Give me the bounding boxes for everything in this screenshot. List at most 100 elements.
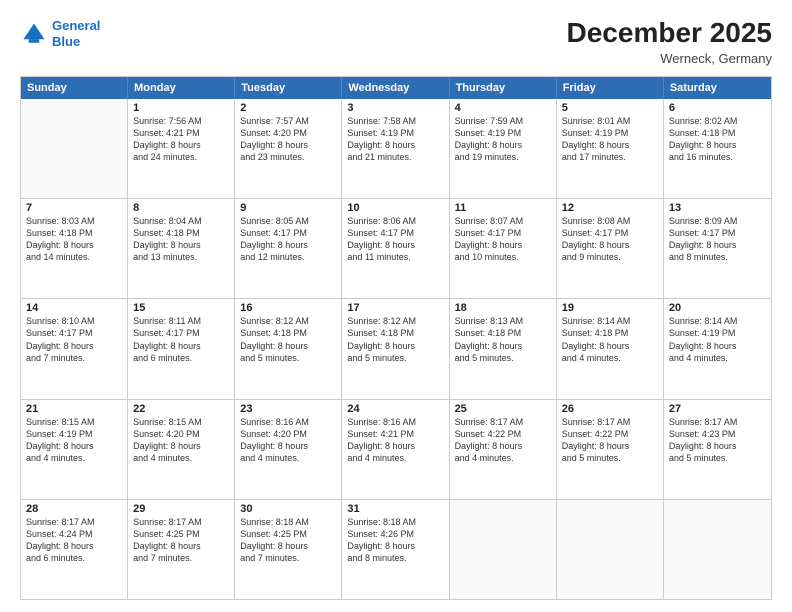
calendar-body: 1Sunrise: 7:56 AM Sunset: 4:21 PM Daylig… xyxy=(21,99,771,599)
day-number: 28 xyxy=(26,503,122,515)
weekday-header: Monday xyxy=(128,77,235,99)
calendar-cell xyxy=(450,500,557,599)
day-info: Sunrise: 8:17 AM Sunset: 4:23 PM Dayligh… xyxy=(669,416,766,465)
day-info: Sunrise: 8:17 AM Sunset: 4:22 PM Dayligh… xyxy=(562,416,658,465)
day-info: Sunrise: 8:18 AM Sunset: 4:26 PM Dayligh… xyxy=(347,516,443,565)
calendar-cell: 11Sunrise: 8:07 AM Sunset: 4:17 PM Dayli… xyxy=(450,199,557,298)
day-number: 3 xyxy=(347,102,443,114)
calendar-cell: 4Sunrise: 7:59 AM Sunset: 4:19 PM Daylig… xyxy=(450,99,557,198)
day-info: Sunrise: 8:16 AM Sunset: 4:21 PM Dayligh… xyxy=(347,416,443,465)
calendar: SundayMondayTuesdayWednesdayThursdayFrid… xyxy=(20,76,772,600)
calendar-cell: 21Sunrise: 8:15 AM Sunset: 4:19 PM Dayli… xyxy=(21,400,128,499)
day-number: 5 xyxy=(562,102,658,114)
calendar-row: 14Sunrise: 8:10 AM Sunset: 4:17 PM Dayli… xyxy=(21,298,771,398)
calendar-cell: 2Sunrise: 7:57 AM Sunset: 4:20 PM Daylig… xyxy=(235,99,342,198)
calendar-cell xyxy=(664,500,771,599)
day-number: 18 xyxy=(455,302,551,314)
calendar-cell: 17Sunrise: 8:12 AM Sunset: 4:18 PM Dayli… xyxy=(342,299,449,398)
day-number: 6 xyxy=(669,102,766,114)
day-number: 12 xyxy=(562,202,658,214)
day-info: Sunrise: 8:16 AM Sunset: 4:20 PM Dayligh… xyxy=(240,416,336,465)
location: Werneck, Germany xyxy=(567,51,772,66)
calendar-cell: 27Sunrise: 8:17 AM Sunset: 4:23 PM Dayli… xyxy=(664,400,771,499)
day-info: Sunrise: 8:18 AM Sunset: 4:25 PM Dayligh… xyxy=(240,516,336,565)
calendar-cell: 19Sunrise: 8:14 AM Sunset: 4:18 PM Dayli… xyxy=(557,299,664,398)
calendar-cell: 28Sunrise: 8:17 AM Sunset: 4:24 PM Dayli… xyxy=(21,500,128,599)
calendar-row: 1Sunrise: 7:56 AM Sunset: 4:21 PM Daylig… xyxy=(21,99,771,198)
day-info: Sunrise: 8:07 AM Sunset: 4:17 PM Dayligh… xyxy=(455,215,551,264)
calendar-cell: 7Sunrise: 8:03 AM Sunset: 4:18 PM Daylig… xyxy=(21,199,128,298)
day-number: 11 xyxy=(455,202,551,214)
day-info: Sunrise: 8:11 AM Sunset: 4:17 PM Dayligh… xyxy=(133,315,229,364)
calendar-cell: 29Sunrise: 8:17 AM Sunset: 4:25 PM Dayli… xyxy=(128,500,235,599)
day-number: 1 xyxy=(133,102,229,114)
day-info: Sunrise: 7:58 AM Sunset: 4:19 PM Dayligh… xyxy=(347,115,443,164)
day-number: 25 xyxy=(455,403,551,415)
day-info: Sunrise: 8:08 AM Sunset: 4:17 PM Dayligh… xyxy=(562,215,658,264)
day-info: Sunrise: 7:59 AM Sunset: 4:19 PM Dayligh… xyxy=(455,115,551,164)
day-info: Sunrise: 8:12 AM Sunset: 4:18 PM Dayligh… xyxy=(240,315,336,364)
day-info: Sunrise: 8:04 AM Sunset: 4:18 PM Dayligh… xyxy=(133,215,229,264)
weekday-header: Sunday xyxy=(21,77,128,99)
logo: General Blue xyxy=(20,18,100,49)
day-info: Sunrise: 8:17 AM Sunset: 4:25 PM Dayligh… xyxy=(133,516,229,565)
header: General Blue December 2025 Werneck, Germ… xyxy=(20,18,772,66)
calendar-cell xyxy=(557,500,664,599)
day-info: Sunrise: 8:14 AM Sunset: 4:18 PM Dayligh… xyxy=(562,315,658,364)
calendar-row: 21Sunrise: 8:15 AM Sunset: 4:19 PM Dayli… xyxy=(21,399,771,499)
day-info: Sunrise: 8:17 AM Sunset: 4:22 PM Dayligh… xyxy=(455,416,551,465)
calendar-cell: 6Sunrise: 8:02 AM Sunset: 4:18 PM Daylig… xyxy=(664,99,771,198)
day-info: Sunrise: 8:15 AM Sunset: 4:20 PM Dayligh… xyxy=(133,416,229,465)
day-number: 22 xyxy=(133,403,229,415)
weekday-header: Thursday xyxy=(450,77,557,99)
day-info: Sunrise: 7:57 AM Sunset: 4:20 PM Dayligh… xyxy=(240,115,336,164)
day-number: 14 xyxy=(26,302,122,314)
day-number: 29 xyxy=(133,503,229,515)
day-info: Sunrise: 7:56 AM Sunset: 4:21 PM Dayligh… xyxy=(133,115,229,164)
day-number: 17 xyxy=(347,302,443,314)
weekday-header: Friday xyxy=(557,77,664,99)
day-number: 24 xyxy=(347,403,443,415)
day-info: Sunrise: 8:03 AM Sunset: 4:18 PM Dayligh… xyxy=(26,215,122,264)
calendar-cell xyxy=(21,99,128,198)
day-info: Sunrise: 8:10 AM Sunset: 4:17 PM Dayligh… xyxy=(26,315,122,364)
calendar-cell: 9Sunrise: 8:05 AM Sunset: 4:17 PM Daylig… xyxy=(235,199,342,298)
calendar-cell: 12Sunrise: 8:08 AM Sunset: 4:17 PM Dayli… xyxy=(557,199,664,298)
title-block: December 2025 Werneck, Germany xyxy=(567,18,772,66)
day-number: 10 xyxy=(347,202,443,214)
day-number: 21 xyxy=(26,403,122,415)
day-number: 27 xyxy=(669,403,766,415)
calendar-cell: 14Sunrise: 8:10 AM Sunset: 4:17 PM Dayli… xyxy=(21,299,128,398)
calendar-cell: 22Sunrise: 8:15 AM Sunset: 4:20 PM Dayli… xyxy=(128,400,235,499)
day-number: 8 xyxy=(133,202,229,214)
day-info: Sunrise: 8:02 AM Sunset: 4:18 PM Dayligh… xyxy=(669,115,766,164)
day-number: 23 xyxy=(240,403,336,415)
day-number: 4 xyxy=(455,102,551,114)
day-number: 20 xyxy=(669,302,766,314)
page: General Blue December 2025 Werneck, Germ… xyxy=(0,0,792,612)
weekday-header: Wednesday xyxy=(342,77,449,99)
calendar-cell: 23Sunrise: 8:16 AM Sunset: 4:20 PM Dayli… xyxy=(235,400,342,499)
calendar-cell: 25Sunrise: 8:17 AM Sunset: 4:22 PM Dayli… xyxy=(450,400,557,499)
day-number: 2 xyxy=(240,102,336,114)
day-number: 13 xyxy=(669,202,766,214)
logo-text: General Blue xyxy=(52,18,100,49)
weekday-header: Tuesday xyxy=(235,77,342,99)
day-number: 16 xyxy=(240,302,336,314)
calendar-cell: 5Sunrise: 8:01 AM Sunset: 4:19 PM Daylig… xyxy=(557,99,664,198)
day-info: Sunrise: 8:06 AM Sunset: 4:17 PM Dayligh… xyxy=(347,215,443,264)
day-info: Sunrise: 8:14 AM Sunset: 4:19 PM Dayligh… xyxy=(669,315,766,364)
calendar-cell: 26Sunrise: 8:17 AM Sunset: 4:22 PM Dayli… xyxy=(557,400,664,499)
calendar-cell: 24Sunrise: 8:16 AM Sunset: 4:21 PM Dayli… xyxy=(342,400,449,499)
day-number: 19 xyxy=(562,302,658,314)
day-info: Sunrise: 8:09 AM Sunset: 4:17 PM Dayligh… xyxy=(669,215,766,264)
month-title: December 2025 xyxy=(567,18,772,49)
day-number: 26 xyxy=(562,403,658,415)
calendar-cell: 18Sunrise: 8:13 AM Sunset: 4:18 PM Dayli… xyxy=(450,299,557,398)
day-info: Sunrise: 8:13 AM Sunset: 4:18 PM Dayligh… xyxy=(455,315,551,364)
day-number: 31 xyxy=(347,503,443,515)
calendar-cell: 1Sunrise: 7:56 AM Sunset: 4:21 PM Daylig… xyxy=(128,99,235,198)
day-info: Sunrise: 8:15 AM Sunset: 4:19 PM Dayligh… xyxy=(26,416,122,465)
calendar-row: 28Sunrise: 8:17 AM Sunset: 4:24 PM Dayli… xyxy=(21,499,771,599)
calendar-cell: 13Sunrise: 8:09 AM Sunset: 4:17 PM Dayli… xyxy=(664,199,771,298)
